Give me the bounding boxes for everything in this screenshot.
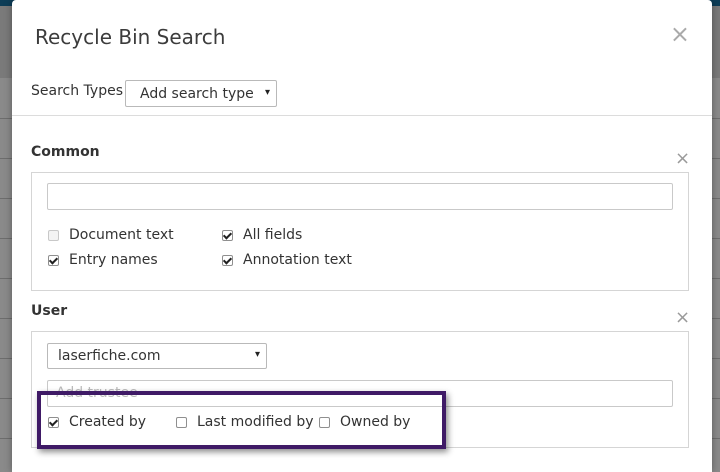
annotation-text-checkbox[interactable] (222, 254, 233, 266)
common-section-panel: Document text All fields Entry names Ann… (31, 172, 689, 291)
annotation-text-label: Annotation text (243, 252, 352, 268)
background-right-column (712, 78, 720, 472)
annotation-text-option[interactable]: Annotation text (222, 252, 352, 268)
remove-user-section-icon[interactable]: × (675, 307, 690, 328)
entry-names-checkbox[interactable] (48, 254, 59, 266)
remove-common-section-icon[interactable]: × (675, 148, 690, 169)
chevron-down-icon: ▾ (254, 349, 260, 360)
search-types-select[interactable]: Add search type ▾ (125, 80, 277, 107)
search-types-label: Search Types (31, 83, 123, 99)
document-text-checkbox[interactable] (48, 229, 59, 241)
entry-names-label: Entry names (69, 252, 158, 268)
document-text-label: Document text (69, 227, 174, 243)
header-divider (12, 115, 712, 116)
entry-names-option[interactable]: Entry names (48, 252, 158, 268)
document-text-option[interactable]: Document text (48, 227, 174, 243)
background-left-column (0, 78, 12, 472)
close-icon[interactable]: × (670, 22, 690, 46)
search-types-select-value: Add search type (140, 86, 254, 102)
all-fields-checkbox[interactable] (222, 229, 233, 241)
chevron-down-icon: ▾ (264, 87, 270, 98)
user-section-title: User (31, 303, 68, 319)
all-fields-option[interactable]: All fields (222, 227, 302, 243)
domain-select[interactable]: laserfiche.com ▾ (47, 343, 267, 369)
dialog-header: Recycle Bin Search × (12, 0, 712, 60)
highlight-annotation-box (37, 391, 446, 449)
dialog-title: Recycle Bin Search (35, 25, 226, 49)
domain-select-value: laserfiche.com (58, 348, 161, 364)
common-section-title: Common (31, 144, 100, 160)
common-search-input[interactable] (47, 183, 673, 210)
all-fields-label: All fields (243, 227, 303, 243)
